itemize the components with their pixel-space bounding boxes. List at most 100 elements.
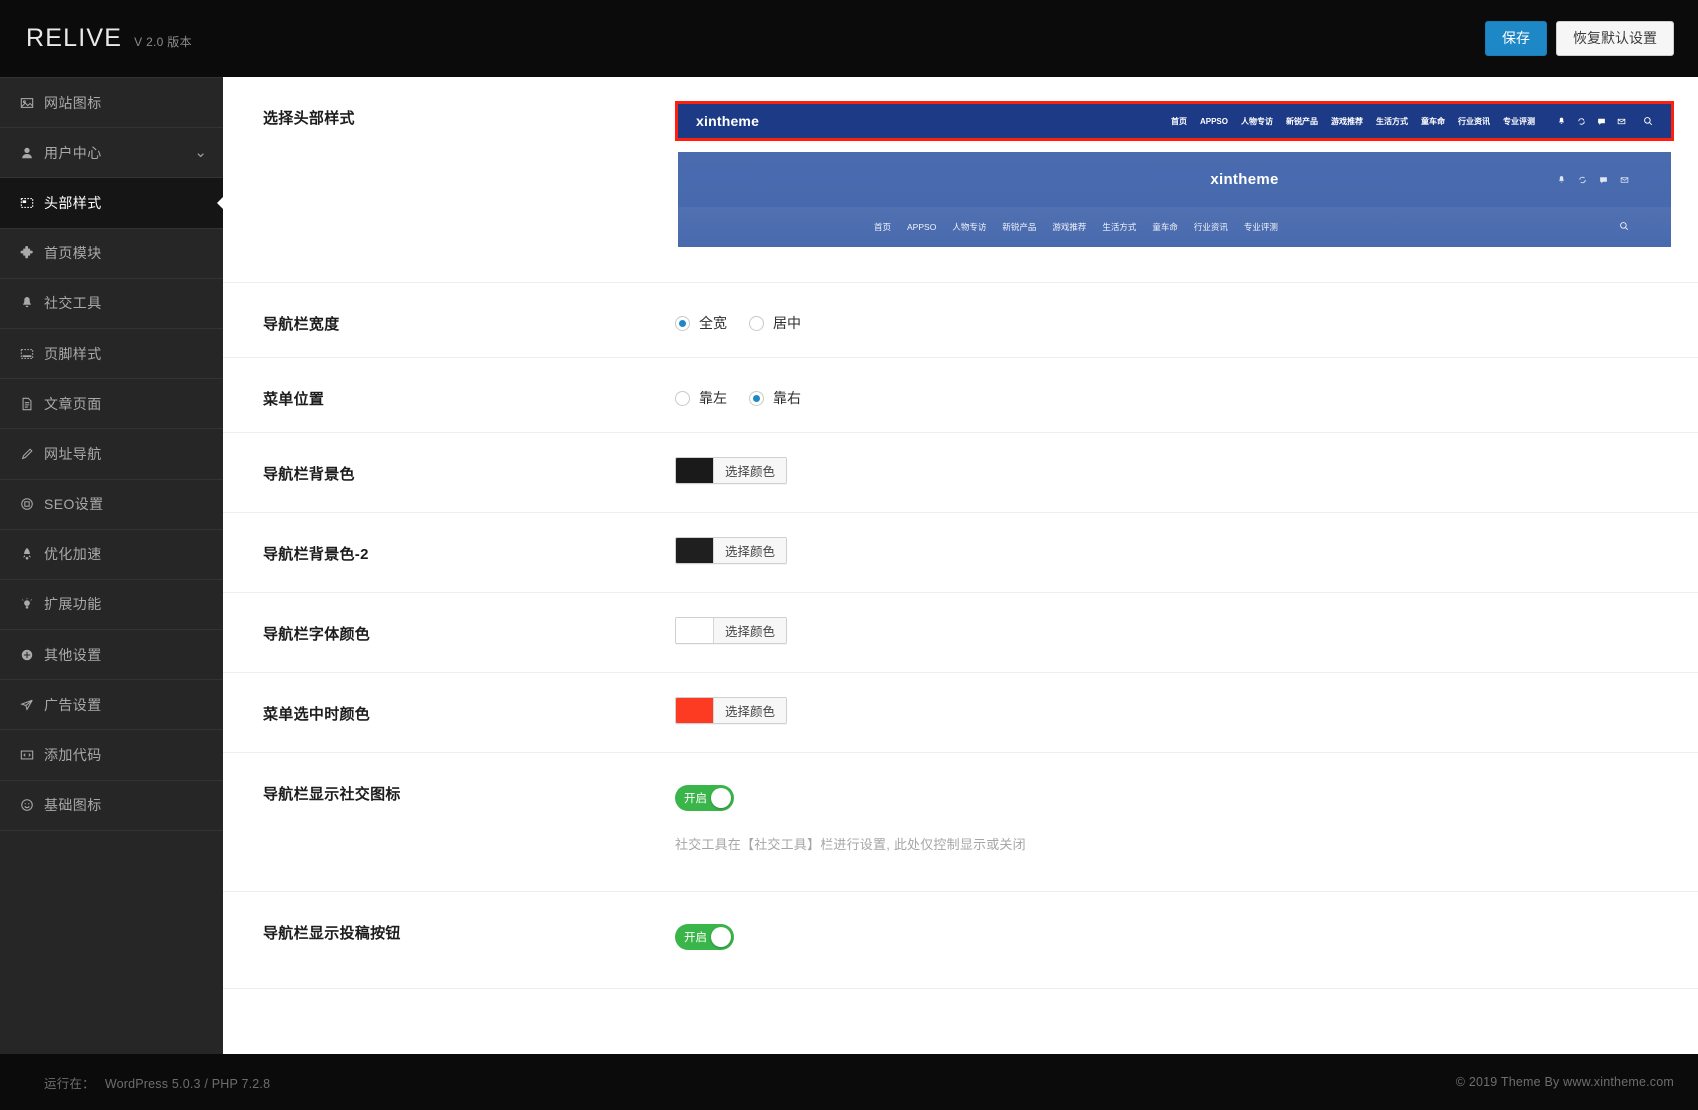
header-preview-2-nav-item-4[interactable]: 游戏推荐 [1052, 221, 1086, 233]
field-menu-position: 菜单位置 靠左 靠右 [223, 358, 1698, 433]
sidebar-item-9[interactable]: 优化加速 [0, 530, 223, 580]
search-icon[interactable] [1619, 218, 1629, 236]
plus-circle-icon [17, 648, 37, 662]
footer-runtime: 运行在： WordPress 5.0.3 / PHP 7.2.8 [44, 1073, 270, 1092]
footer: 运行在： WordPress 5.0.3 / PHP 7.2.8 © 2019 T… [0, 1054, 1698, 1110]
radio-dot [749, 390, 764, 406]
sidebar-item-label: SEO设置 [44, 496, 104, 513]
choose-color-button[interactable]: 选择颜色 [714, 458, 787, 483]
field-control-menu-active-color: 选择颜色 [653, 673, 1698, 752]
toggle-label: 开启 [684, 932, 707, 944]
radio-menu-position-right[interactable]: 靠右 [749, 388, 801, 408]
header-preview-2: xintheme 首页 APPSO 人物专访 新锐产品 游戏推荐 生活方式 童车命 行业资讯 专… [678, 152, 1671, 247]
radio-nav-width-center[interactable]: 居中 [749, 313, 801, 333]
brand-name: RELIVE [26, 24, 123, 52]
target-icon [17, 497, 37, 511]
header-preview-1-nav-item-4[interactable]: 游戏推荐 [1331, 116, 1363, 127]
sidebar-item-11[interactable]: 其他设置 [0, 630, 223, 681]
sidebar-item-label: 首页模块 [44, 245, 102, 262]
header-preview-1-nav-item-7[interactable]: 行业资讯 [1458, 116, 1490, 127]
sidebar-item-label: 优化加速 [44, 546, 102, 563]
brand: RELIVE V 2.0 版本 [0, 24, 223, 53]
topbar-actions: 保存 恢复默认设置 [1485, 20, 1674, 57]
header-preview-2-nav-item-0[interactable]: 首页 [874, 221, 891, 233]
puzzle-icon [17, 246, 37, 260]
sidebar-item-7[interactable]: 网址导航 [0, 429, 223, 480]
header-preview-1-nav-item-1[interactable]: APPSO [1200, 117, 1228, 126]
header-preview-1: xintheme 首页 APPSO 人物专访 新锐产品 游戏推荐 生活方式 童车命 行业资讯 专… [678, 104, 1671, 138]
radio-menu-position-left[interactable]: 靠左 [675, 388, 727, 408]
save-button[interactable]: 保存 [1485, 20, 1547, 57]
choose-color-button[interactable]: 选择颜色 [714, 538, 787, 563]
main-content: 选择头部样式 xintheme 首页 APPSO 人物专访 新锐产品 游戏推荐 生活方式童… [223, 77, 1698, 1054]
color-picker-nav-bg-2[interactable]: 选择颜色 [675, 537, 788, 564]
toggle-knob [711, 927, 731, 947]
mail-icon [1620, 175, 1629, 184]
sidebar-item-4[interactable]: 社交工具 [0, 279, 223, 329]
header-preview-1-icons [1557, 116, 1653, 126]
reset-defaults-button[interactable]: 恢复默认设置 [1556, 20, 1674, 57]
header-preview-2-nav-item-1[interactable]: APPSO [907, 222, 936, 232]
header-preview-2-logo: xintheme [1210, 171, 1279, 188]
document-icon [17, 397, 37, 411]
header-preview-2-nav-item-2[interactable]: 人物专访 [952, 221, 986, 233]
header-preview-2-nav-item-8[interactable]: 专业评测 [1244, 221, 1278, 233]
link-icon [17, 447, 37, 461]
footer-icon [17, 347, 37, 361]
header-preview-2-nav-item-5[interactable]: 生活方式 [1102, 221, 1136, 233]
field-label-show-social: 导航栏显示社交图标 [263, 786, 401, 803]
field-nav-font-color: 导航栏字体颜色 选择颜色 [223, 593, 1698, 673]
toggle-show-social[interactable]: 开启 [675, 785, 734, 811]
header-preview-1-nav-item-3[interactable]: 新锐产品 [1286, 116, 1318, 127]
choose-color-button[interactable]: 选择颜色 [714, 618, 787, 643]
sidebar-item-2[interactable]: 头部样式 [0, 178, 223, 229]
refresh-icon [1578, 175, 1587, 184]
brand-version: V 2.0 版本 [134, 35, 192, 49]
sidebar-item-13[interactable]: 添加代码 [0, 730, 223, 781]
header-style-option-2[interactable]: xintheme 首页 APPSO 人物专访 新锐产品 游戏推荐 生活方式 童车命 行业资讯 专… [675, 149, 1674, 250]
sidebar-item-5[interactable]: 页脚样式 [0, 329, 223, 380]
header-preview-1-nav-item-5[interactable]: 生活方式 [1376, 116, 1408, 127]
header-preview-1-nav-item-8[interactable]: 专业评测 [1503, 116, 1535, 127]
radio-nav-width-full[interactable]: 全宽 [675, 313, 727, 333]
toggle-show-submit[interactable]: 开启 [675, 924, 734, 950]
sidebar-item-label: 网址导航 [44, 445, 102, 462]
field-control-show-social: 开启 社交工具在【社交工具】栏进行设置, 此处仅控制显示或关闭 [653, 753, 1698, 891]
color-picker-nav-bg[interactable]: 选择颜色 [675, 457, 788, 484]
radio-label: 全宽 [699, 315, 727, 331]
toggle-label: 开启 [684, 793, 707, 805]
sidebar-item-1[interactable]: 用户中心 ⌄ [0, 128, 223, 179]
sidebar-item-8[interactable]: SEO设置 [0, 480, 223, 530]
header-preview-2-nav-item-7[interactable]: 行业资讯 [1194, 221, 1228, 233]
header-preview-1-logo: xintheme [696, 113, 760, 129]
color-picker-nav-font-color[interactable]: 选择颜色 [675, 617, 788, 644]
body-wrapper: 网站图标 用户中心 ⌄ 头部样式首页模块社交工具页脚样式 文章页面网址导航 SEO设置优化… [0, 77, 1698, 1054]
choose-color-button[interactable]: 选择颜色 [714, 698, 787, 723]
help-text-show-social: 社交工具在【社交工具】栏进行设置, 此处仅控制显示或关闭 [675, 837, 1026, 852]
header-preview-1-nav-item-0[interactable]: 首页 [1171, 116, 1187, 127]
field-show-submit: 导航栏显示投稿按钮 开启 [223, 892, 1698, 989]
color-picker-menu-active-color[interactable]: 选择颜色 [675, 697, 788, 724]
header-preview-1-nav-item-6[interactable]: 童车命 [1421, 116, 1445, 127]
bulb-icon [17, 597, 37, 611]
search-icon[interactable] [1643, 116, 1653, 126]
header-style-option-1[interactable]: xintheme 首页 APPSO 人物专访 新锐产品 游戏推荐 生活方式 童车命 行业资讯 专… [675, 101, 1674, 141]
sidebar-item-10[interactable]: 扩展功能 [0, 580, 223, 631]
field-label-nav-width: 导航栏宽度 [263, 316, 340, 333]
sidebar-item-3[interactable]: 首页模块 [0, 229, 223, 279]
sidebar-item-0[interactable]: 网站图标 [0, 78, 223, 129]
sidebar-item-6[interactable]: 文章页面 [0, 379, 223, 430]
sidebar-item-12[interactable]: 广告设置 [0, 680, 223, 731]
sidebar-item-label: 社交工具 [44, 295, 102, 312]
header-preview-2-nav-item-3[interactable]: 新锐产品 [1002, 221, 1036, 233]
header-preview-2-nav-item-6[interactable]: 童车命 [1152, 221, 1178, 233]
sidebar-item-14[interactable]: 基础图标 [0, 781, 223, 831]
field-nav-bg-2: 导航栏背景色-2 选择颜色 [223, 513, 1698, 593]
header-preview-1-nav-item-2[interactable]: 人物专访 [1241, 116, 1273, 127]
refresh-icon [1577, 117, 1586, 126]
radio-label: 靠左 [699, 390, 727, 406]
radio-group-menu-position: 靠左 靠右 [675, 382, 1674, 408]
header-preview-2-bottom: 首页 APPSO 人物专访 新锐产品 游戏推荐 生活方式 童车命 行业资讯 专业评测 [678, 207, 1671, 247]
radio-label: 靠右 [773, 390, 801, 406]
chevron-down-icon[interactable]: ⌄ [194, 146, 207, 160]
